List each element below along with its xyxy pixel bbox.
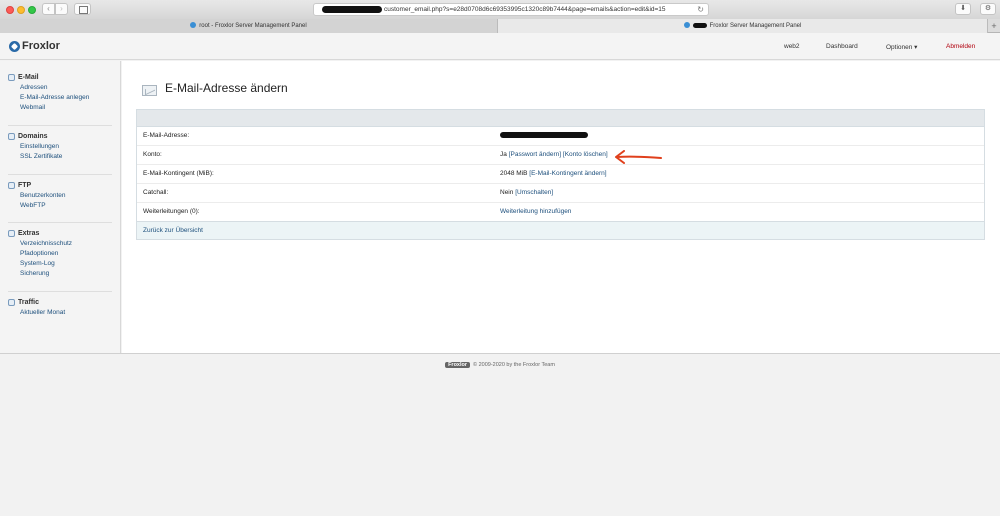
extras-icon — [8, 229, 15, 237]
row-value: Nein [Umschalten] — [500, 184, 553, 202]
nav-options-dropdown[interactable]: Optionen ▾ — [886, 43, 917, 51]
sidebar-item-adressen[interactable]: Adressen — [8, 83, 112, 93]
row-value — [500, 127, 588, 145]
domains-icon — [8, 132, 15, 140]
back-button[interactable]: ‹ — [42, 3, 55, 15]
sidebar-divider — [8, 174, 112, 175]
sidebar-heading: E-Mail — [8, 73, 112, 83]
panel-footer: Zurück zur Übersicht — [137, 221, 984, 239]
row-value: Ja [Passwort ändern] [Konto löschen] — [500, 146, 608, 164]
sidebar-toggle-icon[interactable] — [74, 3, 91, 15]
app-header: Froxlor web2 Dashboard Optionen ▾ Abmeld… — [0, 33, 1000, 60]
tab-root-panel[interactable]: root - Froxlor Server Management Panel — [0, 19, 498, 33]
footer-text: © 2009-2020 by the Froxlor Team — [473, 362, 555, 368]
footer-copyright: Froxlor © 2009-2020 by the Froxlor Team — [0, 362, 1000, 368]
tab-bar: root - Froxlor Server Management Panel F… — [0, 19, 1000, 33]
tab-label: Froxlor Server Management Panel — [709, 23, 802, 29]
reload-icon[interactable]: ↻ — [697, 4, 704, 15]
annotation-arrow-icon — [615, 150, 662, 164]
browser-chrome: ‹ › customer_email.php?s=e28d0708d6c6935… — [0, 0, 1000, 33]
sidebar-item-benutzerkonten[interactable]: Benutzerkonten — [8, 191, 112, 201]
row-catchall: Catchall: Nein [Umschalten] — [137, 184, 984, 203]
toggle-catchall-link[interactable]: [Umschalten] — [515, 189, 553, 196]
row-konto: Konto: Ja [Passwort ändern] [Konto lösch… — [137, 146, 984, 165]
sidebar-section-domains: Domains Einstellungen SSL Zertifikate — [8, 132, 112, 162]
quota-value: 2048 MiB — [500, 170, 528, 177]
sidebar: E-Mail Adressen E-Mail-Adresse anlegen W… — [0, 61, 121, 353]
row-forwarders: Weiterleitungen (0): Weiterleitung hinzu… — [137, 203, 984, 222]
sidebar-heading: FTP — [8, 181, 112, 191]
sidebar-section-extras: Extras Verzeichnisschutz Pfadoptionen Sy… — [8, 229, 112, 279]
brand-name: Froxlor — [22, 40, 60, 52]
froxlor-favicon-icon — [190, 22, 197, 29]
sidebar-heading: Traffic — [8, 298, 112, 308]
email-icon — [8, 73, 15, 81]
row-value: 2048 MiB [E-Mail-Kontingent ändern] — [500, 165, 607, 183]
add-forwarder-link[interactable]: Weiterleitung hinzufügen — [500, 208, 571, 215]
sidebar-heading: Domains — [8, 132, 112, 142]
delete-account-link[interactable]: [Konto löschen] — [563, 151, 608, 158]
sidebar-item-pfadoptionen[interactable]: Pfadoptionen — [8, 249, 112, 259]
catchall-value: Nein — [500, 189, 514, 196]
envelope-icon — [142, 85, 157, 96]
sidebar-divider — [8, 291, 112, 292]
nav-logout[interactable]: Abmelden — [946, 43, 975, 50]
page-title: E-Mail-Adresse ändern — [165, 81, 288, 95]
sidebar-item-webftp[interactable]: WebFTP — [8, 201, 112, 211]
redacted-username — [692, 22, 707, 28]
sidebar-item-webmail[interactable]: Webmail — [8, 103, 112, 113]
tab-customer-panel[interactable]: Froxlor Server Management Panel — [498, 19, 988, 33]
row-label: Weiterleitungen (0): — [143, 208, 200, 215]
email-details-panel: E-Mail-Adresse: Konto: Ja [Passwort ände… — [136, 109, 985, 240]
minimize-window-button[interactable] — [17, 6, 25, 14]
row-email-address: E-Mail-Adresse: — [137, 127, 984, 146]
main-content: E-Mail-Adresse ändern E-Mail-Adresse: Ko… — [122, 61, 1000, 353]
tab-label: root - Froxlor Server Management Panel — [199, 23, 307, 29]
redacted-email — [500, 132, 588, 139]
sidebar-divider — [8, 125, 112, 126]
nav-server-name[interactable]: web2 — [784, 43, 800, 50]
sidebar-section-traffic: Traffic Aktueller Monat — [8, 298, 112, 318]
downloads-icon[interactable]: ⬇ — [955, 3, 971, 15]
sidebar-section-email: E-Mail Adressen E-Mail-Adresse anlegen W… — [8, 73, 112, 113]
panel-header — [137, 110, 984, 127]
row-quota: E-Mail-Kontingent (MiB): 2048 MiB [E-Mai… — [137, 165, 984, 184]
redacted-host — [322, 5, 382, 13]
sidebar-item-email-anlegen[interactable]: E-Mail-Adresse anlegen — [8, 93, 112, 103]
sidebar-item-aktueller-monat[interactable]: Aktueller Monat — [8, 308, 112, 318]
ftp-icon — [8, 181, 15, 189]
close-window-button[interactable] — [6, 6, 14, 14]
froxlor-logo-icon — [9, 40, 20, 52]
row-label: E-Mail-Adresse: — [143, 132, 190, 139]
sidebar-item-verzeichnisschutz[interactable]: Verzeichnisschutz — [8, 239, 112, 249]
konto-status: Ja — [500, 151, 507, 158]
browser-toolbar: ‹ › customer_email.php?s=e28d0708d6c6935… — [0, 0, 1000, 19]
sidebar-item-sicherung[interactable]: Sicherung — [8, 269, 112, 279]
url-text: customer_email.php?s=e28d0708d6c69353995… — [384, 6, 666, 13]
sidebar-item-ssl[interactable]: SSL Zertifikate — [8, 152, 112, 162]
extension-icon[interactable]: ⚙ — [980, 3, 996, 15]
froxlor-favicon-icon — [683, 22, 690, 29]
forward-button[interactable]: › — [55, 3, 68, 15]
footer-logo: Froxlor — [445, 362, 471, 368]
sidebar-section-ftp: FTP Benutzerkonten WebFTP — [8, 181, 112, 211]
row-label: E-Mail-Kontingent (MiB): — [143, 170, 214, 177]
row-label: Konto: — [143, 151, 162, 158]
zoom-window-button[interactable] — [28, 6, 36, 14]
page-footer: Froxlor © 2009-2020 by the Froxlor Team — [0, 353, 1000, 516]
address-bar[interactable]: customer_email.php?s=e28d0708d6c69353995… — [313, 3, 709, 16]
traffic-icon — [8, 298, 15, 306]
row-label: Catchall: — [143, 189, 169, 196]
sidebar-heading: Extras — [8, 229, 112, 239]
froxlor-logo[interactable]: Froxlor — [9, 40, 60, 54]
nav-dashboard[interactable]: Dashboard — [826, 43, 858, 50]
sidebar-item-system-log[interactable]: System-Log — [8, 259, 112, 269]
row-value: Weiterleitung hinzufügen — [500, 203, 571, 221]
new-tab-button[interactable]: + — [988, 19, 1000, 33]
sidebar-item-einstellungen[interactable]: Einstellungen — [8, 142, 112, 152]
change-password-link[interactable]: [Passwort ändern] — [509, 151, 561, 158]
sidebar-divider — [8, 222, 112, 223]
change-quota-link[interactable]: [E-Mail-Kontingent ändern] — [529, 170, 606, 177]
back-to-overview-link[interactable]: Zurück zur Übersicht — [143, 227, 203, 234]
